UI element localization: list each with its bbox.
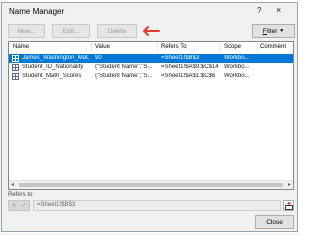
column-divider[interactable] (257, 43, 258, 52)
column-divider[interactable] (157, 43, 158, 52)
refers-to-input[interactable]: =Sheet1!$B$3 (33, 200, 281, 211)
enter-icon[interactable]: ✓ (21, 202, 26, 209)
collapse-dialog-button[interactable] (283, 200, 294, 211)
named-range-icon (12, 73, 19, 80)
list-header: Name Value Refers To Scope Comment (9, 42, 293, 53)
table-row[interactable]: Student_ID_Nationality {"Student Name","… (9, 63, 293, 72)
scrollbar-thumb[interactable] (19, 183, 283, 187)
row-refers-to: =Sheet1!$A$9:$C$14 (161, 64, 219, 70)
collapse-icon (285, 202, 293, 210)
names-list[interactable]: Name Value Refers To Scope Comment James… (8, 41, 294, 190)
row-refers-to: =Sheet1!$B$3 (161, 55, 200, 61)
refers-to-label: Refers to: (8, 192, 35, 198)
window-edge-bottom (0, 233, 300, 235)
column-header-value[interactable]: Value (95, 44, 110, 50)
scroll-right-icon[interactable]: ▸ (288, 181, 291, 188)
table-row[interactable]: Student_Math_Scores {"Student Name","S..… (9, 72, 293, 81)
row-value: 90 (95, 55, 102, 61)
horizontal-scrollbar[interactable]: ◂ ▸ (9, 180, 293, 189)
row-scope: Workbo... (224, 64, 250, 70)
named-range-icon (12, 55, 19, 62)
row-scope: Workbo... (224, 73, 250, 79)
row-refers-to: =Sheet1!$A$1:$C$6 (161, 73, 216, 79)
name-manager-dialog: Name Manager ? × New... Edit... Delete F… (1, 2, 298, 232)
annotation-arrow-icon (143, 26, 160, 36)
column-divider[interactable] (220, 43, 221, 52)
new-button[interactable]: New... (8, 24, 45, 38)
row-value: {"Student Name","S... (95, 73, 153, 79)
delete-button[interactable]: Delete (97, 24, 137, 38)
filter-label: ilter (266, 27, 278, 35)
row-name: James_Washington_Mat... (22, 55, 90, 61)
row-name: Student_ID_Nationality (22, 64, 84, 70)
column-header-refers-to[interactable]: Refers To (161, 44, 187, 50)
column-header-scope[interactable]: Scope (224, 44, 241, 50)
close-button[interactable]: Close (255, 215, 294, 229)
named-range-icon (12, 64, 19, 71)
scroll-left-icon[interactable]: ◂ (11, 181, 14, 188)
edit-button[interactable]: Edit... (52, 24, 90, 38)
row-scope: Workbo... (224, 55, 250, 61)
chevron-down-icon: ▼ (279, 28, 285, 34)
row-value: {"Student Name","S... (95, 64, 153, 70)
column-divider[interactable] (91, 43, 92, 52)
refers-to-edit-buttons: ✕ ✓ (8, 200, 30, 211)
help-icon[interactable]: ? (257, 6, 261, 15)
column-header-name[interactable]: Name (13, 44, 29, 50)
row-name: Student_Math_Scores (22, 73, 82, 79)
table-row[interactable]: James_Washington_Mat... 90 =Sheet1!$B$3 … (9, 54, 293, 63)
filter-button[interactable]: Filter ▼ (252, 24, 295, 38)
dialog-title: Name Manager (9, 7, 65, 16)
close-icon[interactable]: × (276, 5, 281, 15)
cancel-icon[interactable]: ✕ (11, 202, 16, 209)
column-header-comment[interactable]: Comment (260, 44, 286, 50)
